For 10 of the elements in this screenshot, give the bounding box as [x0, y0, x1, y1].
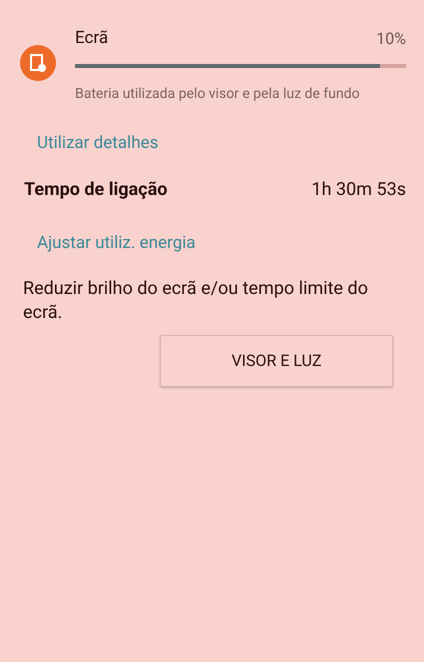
section-header: Utilizar detalhes: [37, 132, 160, 154]
detail-label: Tempo de ligação: [24, 178, 168, 202]
item-description: Bateria utilizada pelo visor e pela luz de fundo: [75, 84, 361, 104]
display-light-button[interactable]: VISOR E LUZ: [160, 334, 393, 386]
item-title: Ecrã: [75, 27, 108, 50]
tip-text: Reduzir brilho do ecrã e/ou tempo limite do ecrã.: [23, 276, 369, 324]
detail-value: 1h 30m 53s: [312, 178, 406, 202]
section-header: Ajustar utiliz. energia: [37, 232, 197, 255]
display-icon: [20, 45, 56, 81]
percent-value: 10%: [376, 28, 406, 50]
